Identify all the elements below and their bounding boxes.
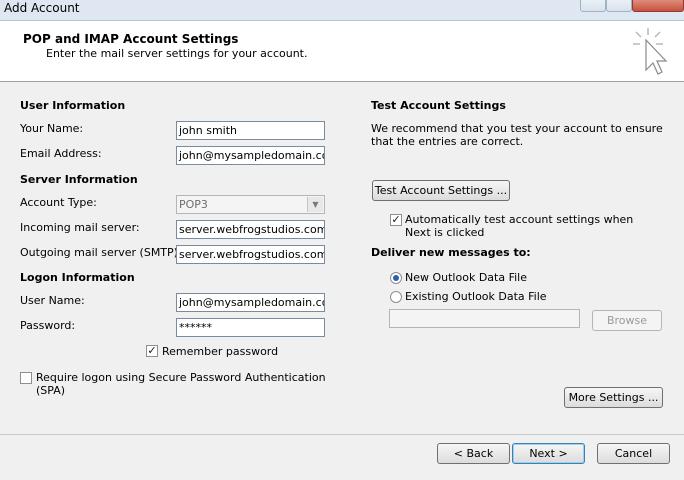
email-address-input[interactable]: john@mysampledomain.com — [176, 146, 325, 165]
outgoing-server-input[interactable]: server.webfrogstudios.com.au — [176, 245, 325, 264]
existing-data-file-radio[interactable] — [390, 291, 402, 303]
new-data-file-label: New Outlook Data File — [405, 271, 527, 284]
logon-info-heading: Logon Information — [20, 271, 135, 284]
auto-test-label: Automatically test account settings when… — [405, 213, 634, 239]
next-button[interactable]: Next > — [512, 443, 585, 464]
window-title: Add Account — [4, 1, 80, 15]
restore-button[interactable] — [606, 0, 632, 12]
password-label: Password: — [20, 319, 76, 332]
back-button[interactable]: < Back — [437, 443, 510, 464]
existing-data-file-path-input — [389, 309, 580, 328]
cancel-button[interactable]: Cancel — [597, 443, 670, 464]
account-type-value: POP3 — [179, 198, 208, 211]
test-account-settings-button[interactable]: Test Account Settings ... — [372, 180, 510, 201]
help-button[interactable] — [580, 0, 606, 12]
test-description: We recommend that you test your account … — [371, 122, 663, 148]
spa-label: Require logon using Secure Password Auth… — [36, 371, 326, 397]
spa-checkbox[interactable] — [20, 372, 32, 384]
account-type-select: POP3 ▼ — [176, 195, 325, 214]
your-name-input[interactable]: john smith — [176, 121, 325, 140]
more-settings-button[interactable]: More Settings ... — [564, 387, 663, 408]
password-input[interactable]: ****** — [176, 318, 325, 337]
bottom-divider — [0, 434, 684, 435]
server-info-heading: Server Information — [20, 173, 138, 186]
your-name-label: Your Name: — [20, 122, 84, 135]
user-info-heading: User Information — [20, 99, 126, 112]
outgoing-server-label: Outgoing mail server (SMTP): — [20, 246, 182, 259]
test-settings-heading: Test Account Settings — [371, 99, 506, 112]
incoming-server-label: Incoming mail server: — [20, 221, 140, 234]
auto-test-checkbox[interactable]: ✓ — [390, 214, 402, 226]
browse-button: Browse — [592, 310, 662, 331]
header-subtitle: Enter the mail server settings for your … — [46, 47, 308, 60]
new-data-file-radio[interactable] — [390, 272, 402, 284]
remember-password-label: Remember password — [162, 345, 279, 358]
close-button[interactable] — [632, 0, 684, 12]
user-name-input[interactable]: john@mysampledomain.com — [176, 293, 325, 312]
cursor-sparkle-icon — [628, 26, 672, 76]
existing-data-file-label: Existing Outlook Data File — [405, 290, 547, 303]
email-address-label: Email Address: — [20, 147, 102, 160]
account-type-label: Account Type: — [20, 196, 97, 209]
user-name-label: User Name: — [20, 294, 85, 307]
header-title: POP and IMAP Account Settings — [23, 32, 239, 46]
chevron-down-icon: ▼ — [307, 197, 323, 212]
remember-password-checkbox[interactable]: ✓ — [146, 345, 158, 357]
deliver-heading: Deliver new messages to: — [371, 246, 531, 259]
incoming-server-input[interactable]: server.webfrogstudios.com.au — [176, 220, 325, 239]
